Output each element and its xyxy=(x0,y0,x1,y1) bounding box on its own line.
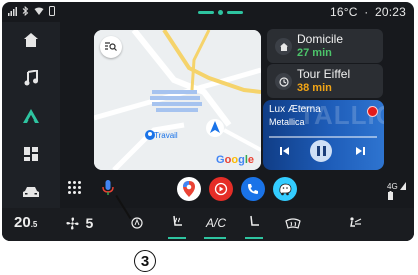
heated-seat-icon xyxy=(173,215,182,226)
signal-icon xyxy=(8,6,17,16)
destination-card[interactable]: Domicile 27 min xyxy=(267,29,383,63)
record-indicator-icon xyxy=(367,106,378,117)
dashboard-icon xyxy=(24,147,38,161)
car-icon xyxy=(23,187,39,197)
outside-temperature: 16°C xyxy=(330,5,358,19)
status-separator: · xyxy=(364,5,369,19)
microphone-button[interactable] xyxy=(102,179,114,202)
seat-ventilation-button[interactable] xyxy=(248,215,260,234)
phone-app[interactable] xyxy=(241,177,265,201)
map-search-button[interactable] xyxy=(100,36,122,58)
app-dock: 4G xyxy=(60,172,414,206)
android-auto-button[interactable] xyxy=(16,101,46,131)
home-button[interactable] xyxy=(16,25,46,55)
fan-speed: 5 xyxy=(85,215,94,231)
google-maps-app[interactable] xyxy=(177,177,201,201)
pause-icon xyxy=(316,146,326,156)
search-list-icon xyxy=(105,42,117,51)
destination-name: Tour Eiffel xyxy=(297,67,351,81)
bluetooth-icon xyxy=(22,6,29,16)
google-logo: Google xyxy=(216,154,254,166)
waze-app[interactable] xyxy=(273,177,297,201)
status-icons xyxy=(8,6,55,16)
waze-icon xyxy=(279,183,292,195)
maps-pin-icon xyxy=(183,181,195,197)
drag-handle[interactable] xyxy=(198,10,243,15)
vehicle-button[interactable] xyxy=(16,177,46,207)
ac-level xyxy=(204,237,226,239)
track-title: Lux Æterna xyxy=(269,104,321,115)
climate-auto-icon xyxy=(131,217,143,229)
climate-bar: 20.5 5 A/C xyxy=(2,208,414,241)
apps-dashboard-button[interactable] xyxy=(16,139,46,169)
defrost-icon xyxy=(285,218,301,229)
ac-button[interactable]: A/C xyxy=(206,216,226,230)
previous-track-button[interactable] xyxy=(280,146,290,159)
home-icon xyxy=(24,33,38,47)
fan-icon xyxy=(66,217,79,230)
map-pin-label: Travail xyxy=(154,131,178,140)
music-button[interactable] xyxy=(16,63,46,93)
play-circle-icon xyxy=(214,182,228,196)
auto-climate-button[interactable] xyxy=(130,216,144,235)
temperature-time: 16°C · 20:23 xyxy=(330,5,406,19)
status-bar: 16°C · 20:23 xyxy=(2,2,414,22)
sidebar xyxy=(2,22,60,208)
microphone-icon xyxy=(102,180,114,195)
history-clock-icon xyxy=(275,73,292,90)
seat-level xyxy=(245,237,263,239)
windshield-defrost-button[interactable] xyxy=(285,217,301,235)
phone-device-icon xyxy=(49,6,55,16)
destination-card[interactable]: Tour Eiffel 38 min xyxy=(267,64,383,98)
music-note-icon xyxy=(24,70,38,86)
temperature-value: 20 xyxy=(14,214,31,231)
infotainment-screen: 16°C · 20:23 Travail Google Domicile 27 … xyxy=(2,2,414,241)
network-indicator: 4G xyxy=(387,182,414,201)
home-icon xyxy=(275,38,292,55)
destination-eta: 38 min xyxy=(297,82,332,94)
destination-name: Domicile xyxy=(297,32,344,46)
android-auto-icon xyxy=(23,109,39,123)
fan-control[interactable]: 5 xyxy=(66,215,93,233)
app-launcher-icon[interactable] xyxy=(68,181,82,195)
navigation-map[interactable]: Travail Google xyxy=(94,30,261,170)
callout-number: 3 xyxy=(134,250,156,272)
seat-icon xyxy=(250,215,259,226)
track-artist: Metallica xyxy=(269,117,305,127)
heated-seat-level xyxy=(168,237,186,239)
heated-seat-button[interactable] xyxy=(170,215,184,235)
destination-eta: 27 min xyxy=(297,47,332,59)
clock: 20:23 xyxy=(374,5,406,19)
phone-icon xyxy=(248,184,258,194)
media-player-card[interactable]: TALLIC Lux Æterna Metallica xyxy=(263,100,384,170)
next-track-button[interactable] xyxy=(355,146,365,159)
signal-bars-icon xyxy=(399,182,406,190)
wifi-icon xyxy=(34,7,44,15)
progress-bar xyxy=(269,136,377,138)
fan-direction-button[interactable] xyxy=(346,216,362,235)
next-icon xyxy=(356,147,365,155)
previous-icon xyxy=(280,147,289,155)
network-type: 4G xyxy=(387,182,398,191)
temperature-control[interactable]: 20.5 xyxy=(14,214,37,232)
temperature-decimal: .5 xyxy=(30,220,38,229)
youtube-music-app[interactable] xyxy=(209,177,233,201)
play-pause-button[interactable] xyxy=(310,140,332,162)
battery-icon xyxy=(388,191,393,200)
airflow-icon xyxy=(350,217,362,227)
